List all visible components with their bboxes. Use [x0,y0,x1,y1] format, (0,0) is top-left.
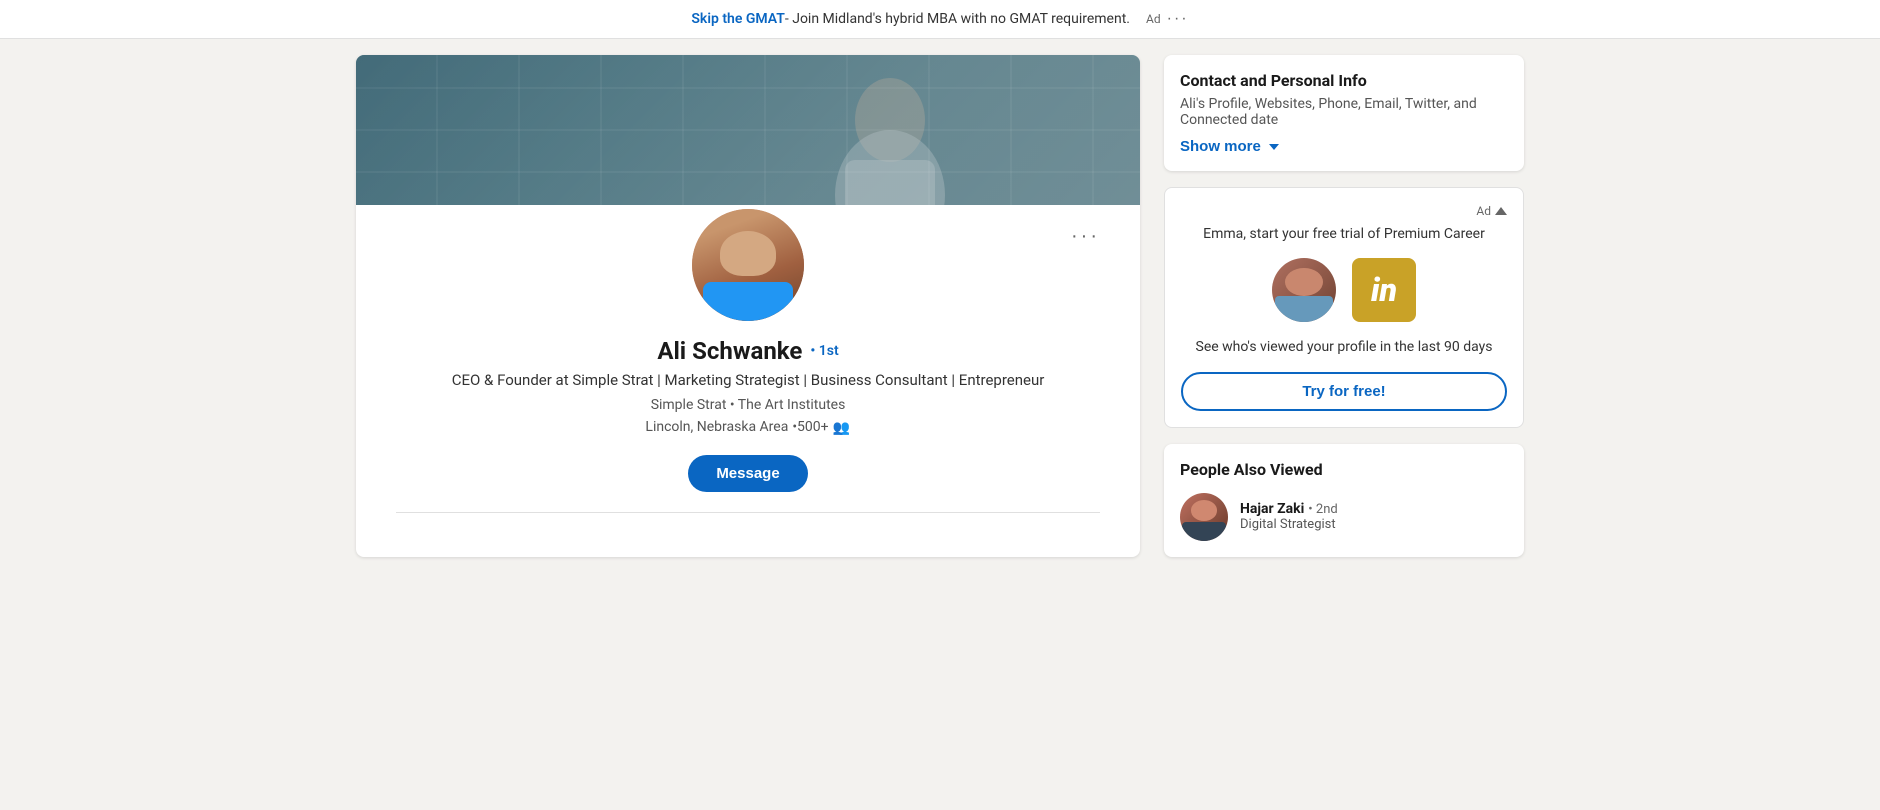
location-text: Lincoln, Nebraska Area [645,419,788,435]
contact-card: Contact and Personal Info Ali's Profile,… [1164,55,1524,171]
main-layout: ··· Ali Schwanke • 1st CEO & Founder at … [340,55,1540,557]
profile-divider [396,512,1100,513]
avatar-face [692,209,804,321]
contact-card-subtitle: Ali's Profile, Websites, Phone, Email, T… [1180,96,1508,128]
avatar-wrapper [396,205,1100,325]
profile-location: Lincoln, Nebraska Area •500+ [396,419,1100,435]
show-more-button[interactable]: Show more [1180,138,1279,155]
message-button[interactable]: Message [688,455,807,492]
action-buttons: Message [396,455,1100,492]
people-also-viewed-card: People Also Viewed Hajar Zaki • 2nd Digi… [1164,444,1524,557]
premium-subtext: See who's viewed your profile in the las… [1181,338,1507,358]
profile-name-section: Ali Schwanke • 1st CEO & Founder at Simp… [396,337,1100,492]
premium-ad-card: Ad Emma, start your free trial of Premiu… [1164,187,1524,428]
chevron-down-icon [1269,144,1279,150]
connections-icon [833,420,851,434]
profile-companies: Simple Strat • The Art Institutes [396,397,1100,413]
premium-ad-message: Emma, start your free trial of Premium C… [1181,226,1507,242]
ad-label: Ad [1146,12,1161,26]
ad-triangle-icon [1495,207,1507,215]
try-free-button[interactable]: Try for free! [1181,372,1507,411]
premium-ad-label: Ad [1476,204,1491,218]
people-also-viewed-title: People Also Viewed [1180,460,1508,479]
contact-card-title: Contact and Personal Info [1180,71,1508,90]
premium-user-avatar [1272,258,1336,322]
connection-degree-badge: • 1st [810,343,838,359]
profile-name: Ali Schwanke [657,337,802,365]
profile-name-row: Ali Schwanke • 1st [396,337,1100,365]
profile-card: ··· Ali Schwanke • 1st CEO & Founder at … [356,55,1140,557]
show-more-label: Show more [1180,138,1261,155]
person-name: Hajar Zaki [1240,501,1304,517]
right-sidebar: Contact and Personal Info Ali's Profile,… [1164,55,1524,557]
ad-top-row: Ad [1181,204,1507,218]
profile-headline: CEO & Founder at Simple Strat | Marketin… [448,371,1048,389]
skip-gmat-link[interactable]: Skip the GMAT [691,11,784,27]
avatar [688,205,808,325]
person-item[interactable]: Hajar Zaki • 2nd Digital Strategist [1180,493,1508,541]
premium-visuals: in [1181,258,1507,322]
top-ad-banner: Skip the GMAT - Join Midland's hybrid MB… [0,0,1880,39]
profile-content: ··· Ali Schwanke • 1st CEO & Founder at … [356,205,1140,537]
person-title: Digital Strategist [1240,517,1338,532]
linkedin-premium-logo: in [1352,258,1416,322]
person-avatar [1180,493,1228,541]
person-degree-badge: • 2nd [1308,502,1337,517]
connections-count: •500+ [792,419,828,435]
person-info: Hajar Zaki • 2nd Digital Strategist [1240,501,1338,532]
ad-more-options-button[interactable]: ··· [1167,10,1189,28]
ad-description-text: - Join Midland's hybrid MBA with no GMAT… [785,11,1130,27]
person-name-row: Hajar Zaki • 2nd [1240,501,1338,517]
